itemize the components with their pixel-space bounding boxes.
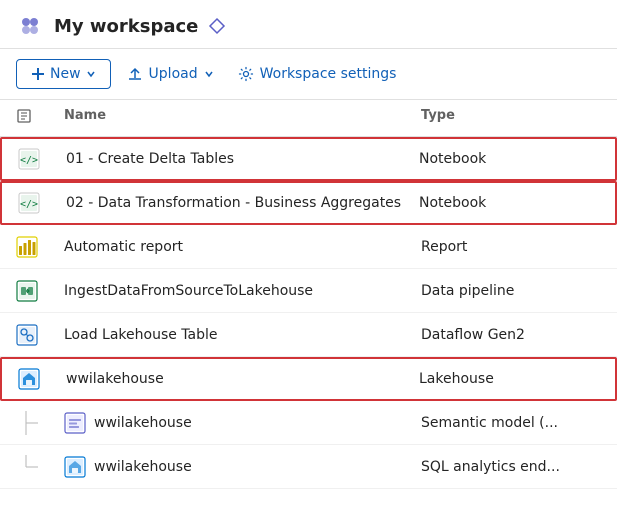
row-type: Dataflow Gen2 bbox=[421, 327, 601, 343]
sub-row-content: wwilakehouse bbox=[64, 456, 421, 478]
toolbar: New Upload Workspace settings bbox=[0, 49, 617, 100]
row-name: Load Lakehouse Table bbox=[64, 327, 421, 343]
table-row[interactable]: </> 01 - Create Delta Tables Notebook bbox=[0, 137, 617, 181]
plus-icon bbox=[31, 67, 45, 81]
row-icon bbox=[16, 280, 64, 302]
row-name: Automatic report bbox=[64, 239, 421, 255]
new-button[interactable]: New bbox=[16, 59, 111, 89]
row-name: wwilakehouse bbox=[94, 459, 192, 475]
workspace-title: My workspace bbox=[54, 16, 198, 37]
header: My workspace bbox=[0, 0, 617, 49]
row-type: Notebook bbox=[419, 195, 599, 211]
diamond-icon bbox=[208, 17, 226, 35]
upload-chevron-icon bbox=[204, 69, 214, 79]
row-icon-indent bbox=[16, 455, 64, 479]
svg-text:</>: </> bbox=[20, 199, 38, 210]
row-type: SQL analytics end... bbox=[421, 459, 601, 475]
settings-gear-icon bbox=[238, 66, 254, 82]
row-name: wwilakehouse bbox=[66, 371, 419, 387]
header-icon-col bbox=[16, 108, 64, 128]
row-icon: </> bbox=[18, 148, 66, 170]
content: Name Type </> 01 - Create Delta Tables N… bbox=[0, 100, 617, 489]
header-type: Type bbox=[421, 108, 601, 128]
table-row[interactable]: wwilakehouse Lakehouse bbox=[0, 357, 617, 401]
row-name: 01 - Create Delta Tables bbox=[66, 151, 419, 167]
sub-row[interactable]: wwilakehouse Semantic model (... bbox=[0, 401, 617, 445]
workspace-icon bbox=[16, 12, 44, 40]
workspace-settings-button[interactable]: Workspace settings bbox=[230, 60, 405, 88]
row-icon bbox=[16, 236, 64, 258]
row-type: Report bbox=[421, 239, 601, 255]
row-type: Semantic model (... bbox=[421, 415, 601, 431]
workspace-settings-label: Workspace settings bbox=[260, 66, 397, 82]
row-name: wwilakehouse bbox=[94, 415, 192, 431]
table-row[interactable]: IngestDataFromSourceToLakehouse Data pip… bbox=[0, 269, 617, 313]
row-name: 02 - Data Transformation - Business Aggr… bbox=[66, 195, 419, 211]
table-row[interactable]: Load Lakehouse Table Dataflow Gen2 bbox=[0, 313, 617, 357]
sub-row-content: wwilakehouse bbox=[64, 412, 421, 434]
header-name: Name bbox=[64, 108, 421, 128]
new-label: New bbox=[50, 66, 81, 82]
table-row[interactable]: </> 02 - Data Transformation - Business … bbox=[0, 181, 617, 225]
row-icon bbox=[18, 368, 66, 390]
table-header: Name Type bbox=[0, 100, 617, 137]
row-type: Notebook bbox=[419, 151, 599, 167]
row-type: Data pipeline bbox=[421, 283, 601, 299]
row-type: Lakehouse bbox=[419, 371, 599, 387]
sub-row[interactable]: wwilakehouse SQL analytics end... bbox=[0, 445, 617, 489]
row-icon: </> bbox=[18, 192, 66, 214]
table-row[interactable]: Automatic report Report bbox=[0, 225, 617, 269]
row-icon bbox=[16, 324, 64, 346]
row-name: IngestDataFromSourceToLakehouse bbox=[64, 283, 421, 299]
upload-icon bbox=[127, 66, 143, 82]
row-icon-indent bbox=[16, 411, 64, 435]
upload-label: Upload bbox=[149, 66, 198, 82]
upload-button[interactable]: Upload bbox=[119, 60, 222, 88]
new-chevron-icon bbox=[86, 69, 96, 79]
svg-text:</>: </> bbox=[20, 155, 38, 166]
